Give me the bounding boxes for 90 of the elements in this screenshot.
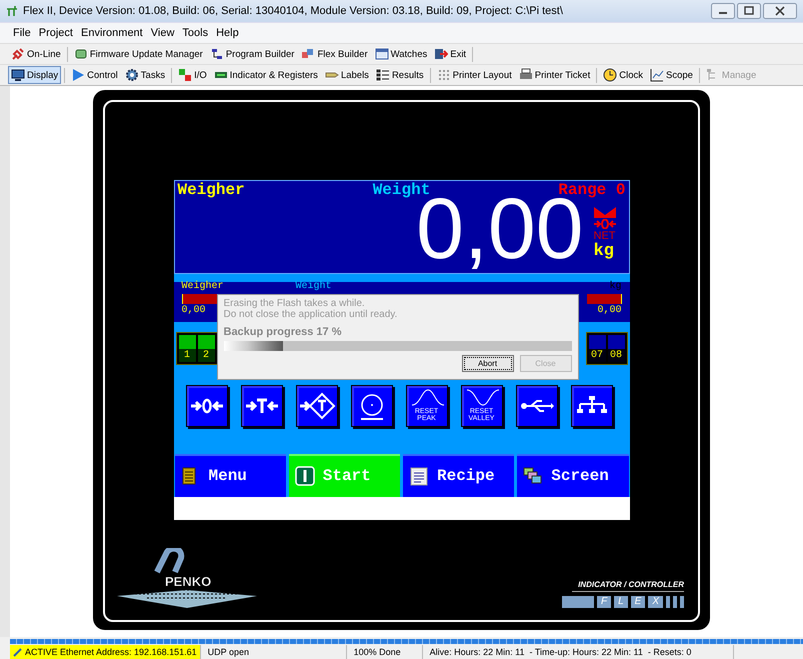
toolbar-button[interactable]: Exit xyxy=(431,45,470,63)
io-number: 1 xyxy=(184,351,190,361)
range-label: Range 0 xyxy=(558,181,626,199)
toolbar-button[interactable]: Indicator & Registers xyxy=(210,66,321,84)
plate-letter: E xyxy=(630,596,646,608)
plate-block xyxy=(562,596,594,608)
close-button[interactable] xyxy=(763,3,797,19)
toolbar-button[interactable]: Firmware Update Manager xyxy=(70,45,206,63)
toolbar-button[interactable]: Control xyxy=(68,66,121,84)
function-key[interactable] xyxy=(570,385,612,427)
plate-stripe xyxy=(680,596,684,608)
function-key[interactable] xyxy=(240,385,282,427)
blocks-icon xyxy=(301,47,316,61)
dialog-message: Erasing the Flash takes a while. Do not close the application until ready. xyxy=(224,298,398,320)
toolbar-button[interactable]: Labels xyxy=(322,66,372,84)
minimize-button[interactable] xyxy=(711,3,735,19)
status-text: Alive: Hours: 22 Min: 11 - Time-up: Hours: 22 Min: 11 - Resets: 0 xyxy=(426,645,734,659)
toolbar-button[interactable]: On-Line xyxy=(8,45,64,63)
toolbar-button[interactable]: Results xyxy=(372,66,427,84)
grid-dots-icon xyxy=(436,68,451,82)
soft-key[interactable]: Screen xyxy=(517,454,628,497)
progress-label: Backup progress 17 % xyxy=(224,326,342,338)
function-key[interactable] xyxy=(296,385,338,427)
exit-icon xyxy=(434,47,448,61)
flowchart-icon xyxy=(210,47,224,61)
menu-item[interactable]: Project xyxy=(36,27,76,39)
io-icon xyxy=(178,68,192,82)
logo-text: PENKO xyxy=(165,575,212,588)
quantity-label: Weight xyxy=(372,181,430,199)
io-number: 07 xyxy=(590,351,603,361)
app-icon xyxy=(6,5,18,17)
net-indicator: NET xyxy=(594,230,616,242)
weight-bar xyxy=(586,294,622,304)
clock-icon xyxy=(603,68,618,82)
toolbar-button[interactable]: Display xyxy=(8,66,62,84)
menu-item[interactable]: Environment xyxy=(78,27,146,39)
function-key[interactable] xyxy=(516,385,558,427)
menu-item[interactable]: Tools xyxy=(179,27,212,39)
io-number: 2 xyxy=(202,351,209,361)
maximize-button[interactable] xyxy=(737,3,761,19)
weigher-label: Weigher xyxy=(178,181,245,200)
window-title: Flex II, Device Version: 01.08, Build: 06, Serial: 13040104, Module Version: 03.18, Build: 09, Project: C:\Pi test\ xyxy=(23,5,563,17)
menu-item[interactable]: Help xyxy=(213,27,242,39)
window-icon xyxy=(374,47,389,61)
io-number: 08 xyxy=(610,351,622,361)
toolbar-button[interactable]: Tasks xyxy=(122,66,168,84)
function-key[interactable] xyxy=(350,385,392,427)
abort-button[interactable]: Abort xyxy=(462,355,514,372)
plate-stripe xyxy=(673,596,677,608)
monitor-icon xyxy=(11,68,25,82)
toolbar-button[interactable]: Clock xyxy=(600,66,646,84)
plug-icon xyxy=(11,47,25,61)
bowtie-icon xyxy=(594,207,616,218)
notepad-icon xyxy=(409,466,429,486)
status-text: 100% Done xyxy=(350,645,423,659)
weight-bar xyxy=(182,294,216,304)
menu-item[interactable]: View xyxy=(148,27,178,39)
gear-icon xyxy=(124,68,139,82)
printer-icon xyxy=(518,68,533,82)
unit-label: kg xyxy=(594,243,614,261)
status-text: UDP open xyxy=(204,645,347,659)
plate-title: INDICATOR / CONTROLLER xyxy=(572,580,684,592)
toolbar-button[interactable]: Printer Layout xyxy=(434,66,515,84)
plate-letter: X xyxy=(648,596,663,608)
status-text: ACTIVE Ethernet Address: 192.168.151.61 xyxy=(10,645,201,659)
function-key[interactable] xyxy=(186,385,228,427)
plate-letter: L xyxy=(614,596,628,608)
pen-icon xyxy=(13,648,22,656)
weight-value: 0,00 xyxy=(182,306,206,316)
soft-key[interactable]: Recipe xyxy=(403,454,514,497)
weight-value: 0,00 xyxy=(597,306,622,316)
toolbar-button[interactable]: I/O xyxy=(175,66,210,84)
quantity-label: Weight xyxy=(296,282,332,292)
unit-label: kg xyxy=(609,282,622,292)
soft-key[interactable]: Menu xyxy=(174,454,286,497)
line-graph-icon xyxy=(650,68,664,82)
toolbar-button[interactable]: Watches xyxy=(372,45,430,63)
toolbar-button[interactable]: Scope xyxy=(646,66,696,84)
toolbar-button[interactable]: Program Builder xyxy=(206,45,298,63)
weigher-label: Weigher xyxy=(182,282,224,292)
play-icon xyxy=(71,68,86,82)
menu-item[interactable]: File xyxy=(10,27,34,39)
toolbar-button[interactable]: Printer Ticket xyxy=(516,66,594,84)
toolbar-button[interactable]: Flex Builder xyxy=(298,45,371,63)
power-switch-icon xyxy=(294,466,315,486)
list-icon xyxy=(376,68,390,82)
plate-stripe xyxy=(666,596,670,608)
windows-icon xyxy=(523,466,544,486)
plate-letter: F xyxy=(596,596,612,608)
center-zero-icon xyxy=(594,219,616,229)
